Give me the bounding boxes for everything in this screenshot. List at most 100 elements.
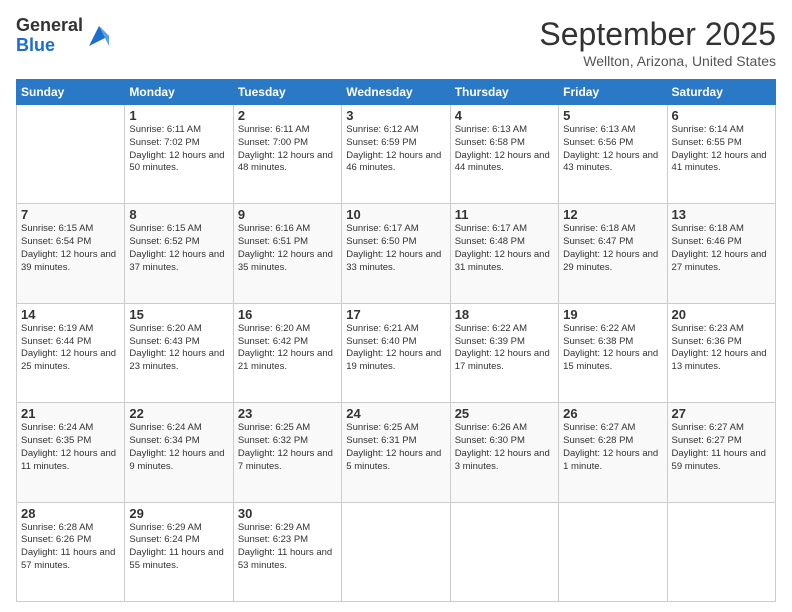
day-number: 7 — [21, 207, 120, 222]
day-cell: 5Sunrise: 6:13 AM Sunset: 6:56 PM Daylig… — [559, 105, 667, 204]
weekday-header-row: Sunday Monday Tuesday Wednesday Thursday… — [17, 80, 776, 105]
day-cell: 18Sunrise: 6:22 AM Sunset: 6:39 PM Dayli… — [450, 303, 558, 402]
day-number: 14 — [21, 307, 120, 322]
day-detail: Sunrise: 6:25 AM Sunset: 6:31 PM Dayligh… — [346, 422, 445, 473]
day-cell: 20Sunrise: 6:23 AM Sunset: 6:36 PM Dayli… — [667, 303, 775, 402]
day-cell: 27Sunrise: 6:27 AM Sunset: 6:27 PM Dayli… — [667, 403, 775, 502]
day-cell: 19Sunrise: 6:22 AM Sunset: 6:38 PM Dayli… — [559, 303, 667, 402]
week-row-4: 21Sunrise: 6:24 AM Sunset: 6:35 PM Dayli… — [17, 403, 776, 502]
day-detail: Sunrise: 6:25 AM Sunset: 6:32 PM Dayligh… — [238, 422, 337, 473]
header-wednesday: Wednesday — [342, 80, 450, 105]
day-cell: 4Sunrise: 6:13 AM Sunset: 6:58 PM Daylig… — [450, 105, 558, 204]
day-cell: 22Sunrise: 6:24 AM Sunset: 6:34 PM Dayli… — [125, 403, 233, 502]
header: General Blue September 2025 Wellton, Ari… — [16, 16, 776, 69]
day-number: 21 — [21, 406, 120, 421]
day-cell: 17Sunrise: 6:21 AM Sunset: 6:40 PM Dayli… — [342, 303, 450, 402]
day-detail: Sunrise: 6:16 AM Sunset: 6:51 PM Dayligh… — [238, 223, 337, 274]
day-cell — [17, 105, 125, 204]
day-detail: Sunrise: 6:28 AM Sunset: 6:26 PM Dayligh… — [21, 522, 120, 573]
day-number: 30 — [238, 506, 337, 521]
day-detail: Sunrise: 6:17 AM Sunset: 6:50 PM Dayligh… — [346, 223, 445, 274]
week-row-5: 28Sunrise: 6:28 AM Sunset: 6:26 PM Dayli… — [17, 502, 776, 601]
week-row-1: 1Sunrise: 6:11 AM Sunset: 7:02 PM Daylig… — [17, 105, 776, 204]
month-title: September 2025 — [539, 16, 776, 53]
day-number: 26 — [563, 406, 662, 421]
day-number: 8 — [129, 207, 228, 222]
day-cell: 9Sunrise: 6:16 AM Sunset: 6:51 PM Daylig… — [233, 204, 341, 303]
day-number: 5 — [563, 108, 662, 123]
day-number: 13 — [672, 207, 771, 222]
day-detail: Sunrise: 6:27 AM Sunset: 6:27 PM Dayligh… — [672, 422, 771, 473]
day-number: 23 — [238, 406, 337, 421]
day-cell — [450, 502, 558, 601]
header-thursday: Thursday — [450, 80, 558, 105]
day-detail: Sunrise: 6:14 AM Sunset: 6:55 PM Dayligh… — [672, 124, 771, 175]
logo: General Blue — [16, 16, 113, 56]
day-cell: 8Sunrise: 6:15 AM Sunset: 6:52 PM Daylig… — [125, 204, 233, 303]
day-number: 11 — [455, 207, 554, 222]
day-detail: Sunrise: 6:11 AM Sunset: 7:00 PM Dayligh… — [238, 124, 337, 175]
day-cell: 23Sunrise: 6:25 AM Sunset: 6:32 PM Dayli… — [233, 403, 341, 502]
day-detail: Sunrise: 6:21 AM Sunset: 6:40 PM Dayligh… — [346, 323, 445, 374]
calendar-table: Sunday Monday Tuesday Wednesday Thursday… — [16, 79, 776, 602]
day-detail: Sunrise: 6:24 AM Sunset: 6:35 PM Dayligh… — [21, 422, 120, 473]
day-cell: 6Sunrise: 6:14 AM Sunset: 6:55 PM Daylig… — [667, 105, 775, 204]
day-cell — [342, 502, 450, 601]
day-number: 17 — [346, 307, 445, 322]
day-cell: 10Sunrise: 6:17 AM Sunset: 6:50 PM Dayli… — [342, 204, 450, 303]
day-cell: 13Sunrise: 6:18 AM Sunset: 6:46 PM Dayli… — [667, 204, 775, 303]
location: Wellton, Arizona, United States — [539, 53, 776, 69]
day-number: 28 — [21, 506, 120, 521]
day-number: 9 — [238, 207, 337, 222]
day-number: 19 — [563, 307, 662, 322]
day-number: 29 — [129, 506, 228, 521]
day-cell: 30Sunrise: 6:29 AM Sunset: 6:23 PM Dayli… — [233, 502, 341, 601]
day-detail: Sunrise: 6:29 AM Sunset: 6:23 PM Dayligh… — [238, 522, 337, 573]
day-detail: Sunrise: 6:18 AM Sunset: 6:46 PM Dayligh… — [672, 223, 771, 274]
day-cell: 12Sunrise: 6:18 AM Sunset: 6:47 PM Dayli… — [559, 204, 667, 303]
day-detail: Sunrise: 6:27 AM Sunset: 6:28 PM Dayligh… — [563, 422, 662, 473]
day-cell: 15Sunrise: 6:20 AM Sunset: 6:43 PM Dayli… — [125, 303, 233, 402]
day-cell: 2Sunrise: 6:11 AM Sunset: 7:00 PM Daylig… — [233, 105, 341, 204]
day-cell: 14Sunrise: 6:19 AM Sunset: 6:44 PM Dayli… — [17, 303, 125, 402]
day-cell: 7Sunrise: 6:15 AM Sunset: 6:54 PM Daylig… — [17, 204, 125, 303]
day-detail: Sunrise: 6:24 AM Sunset: 6:34 PM Dayligh… — [129, 422, 228, 473]
logo-icon — [85, 22, 113, 50]
logo-blue: Blue — [16, 36, 83, 56]
day-cell: 3Sunrise: 6:12 AM Sunset: 6:59 PM Daylig… — [342, 105, 450, 204]
day-detail: Sunrise: 6:20 AM Sunset: 6:43 PM Dayligh… — [129, 323, 228, 374]
title-block: September 2025 Wellton, Arizona, United … — [539, 16, 776, 69]
day-cell: 29Sunrise: 6:29 AM Sunset: 6:24 PM Dayli… — [125, 502, 233, 601]
day-detail: Sunrise: 6:29 AM Sunset: 6:24 PM Dayligh… — [129, 522, 228, 573]
day-cell — [667, 502, 775, 601]
day-number: 3 — [346, 108, 445, 123]
day-detail: Sunrise: 6:20 AM Sunset: 6:42 PM Dayligh… — [238, 323, 337, 374]
header-friday: Friday — [559, 80, 667, 105]
day-detail: Sunrise: 6:15 AM Sunset: 6:52 PM Dayligh… — [129, 223, 228, 274]
week-row-2: 7Sunrise: 6:15 AM Sunset: 6:54 PM Daylig… — [17, 204, 776, 303]
day-cell: 16Sunrise: 6:20 AM Sunset: 6:42 PM Dayli… — [233, 303, 341, 402]
day-cell: 21Sunrise: 6:24 AM Sunset: 6:35 PM Dayli… — [17, 403, 125, 502]
logo-general: General — [16, 16, 83, 36]
day-number: 15 — [129, 307, 228, 322]
day-detail: Sunrise: 6:17 AM Sunset: 6:48 PM Dayligh… — [455, 223, 554, 274]
day-number: 25 — [455, 406, 554, 421]
header-tuesday: Tuesday — [233, 80, 341, 105]
day-detail: Sunrise: 6:12 AM Sunset: 6:59 PM Dayligh… — [346, 124, 445, 175]
header-sunday: Sunday — [17, 80, 125, 105]
day-number: 1 — [129, 108, 228, 123]
day-detail: Sunrise: 6:26 AM Sunset: 6:30 PM Dayligh… — [455, 422, 554, 473]
day-number: 16 — [238, 307, 337, 322]
day-number: 12 — [563, 207, 662, 222]
day-cell: 11Sunrise: 6:17 AM Sunset: 6:48 PM Dayli… — [450, 204, 558, 303]
day-cell: 24Sunrise: 6:25 AM Sunset: 6:31 PM Dayli… — [342, 403, 450, 502]
day-cell — [559, 502, 667, 601]
day-detail: Sunrise: 6:18 AM Sunset: 6:47 PM Dayligh… — [563, 223, 662, 274]
day-cell: 28Sunrise: 6:28 AM Sunset: 6:26 PM Dayli… — [17, 502, 125, 601]
header-saturday: Saturday — [667, 80, 775, 105]
day-cell: 25Sunrise: 6:26 AM Sunset: 6:30 PM Dayli… — [450, 403, 558, 502]
day-number: 20 — [672, 307, 771, 322]
day-number: 24 — [346, 406, 445, 421]
page: General Blue September 2025 Wellton, Ari… — [0, 0, 792, 612]
day-number: 4 — [455, 108, 554, 123]
